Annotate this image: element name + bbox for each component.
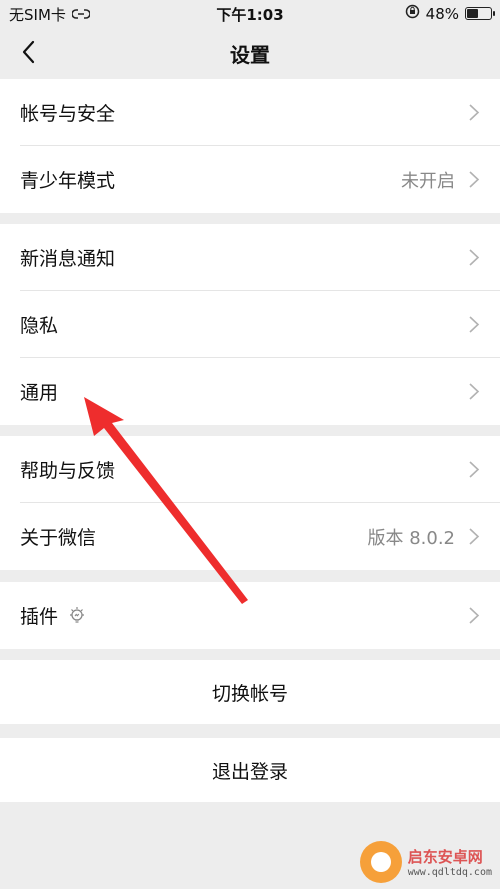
settings-group-plugins: 插件 xyxy=(0,582,500,649)
row-label: 新消息通知 xyxy=(20,248,116,270)
row-teen-mode[interactable]: 青少年模式 未开启 xyxy=(0,146,500,213)
row-account-security[interactable]: 帐号与安全 xyxy=(0,79,500,146)
chevron-right-icon xyxy=(469,249,480,266)
row-label: 插件 xyxy=(20,606,59,628)
chevron-right-icon xyxy=(469,461,480,478)
status-right: 48% xyxy=(405,4,495,23)
watermark: 启东安卓网 www.qdltdq.com xyxy=(359,841,492,883)
battery-icon xyxy=(465,7,495,20)
settings-group-help: 帮助与反馈 关于微信 版本 8.0.2 xyxy=(0,436,500,570)
row-label: 通用 xyxy=(20,382,59,404)
row-privacy[interactable]: 隐私 xyxy=(0,291,500,358)
rotation-lock-icon xyxy=(405,4,420,23)
chevron-right-icon xyxy=(469,316,480,333)
battery-percent: 48% xyxy=(425,4,459,23)
page-title: 设置 xyxy=(230,43,270,67)
nav-bar: 设置 xyxy=(0,26,500,78)
settings-group-general: 新消息通知 隐私 通用 xyxy=(0,224,500,425)
chevron-right-icon xyxy=(469,104,480,121)
watermark-text: 启东安卓网 www.qdltdq.com xyxy=(408,846,492,878)
chevron-right-icon xyxy=(469,383,480,400)
row-label: 青少年模式 xyxy=(20,170,116,192)
row-new-message-notification[interactable]: 新消息通知 xyxy=(0,224,500,291)
chevron-right-icon xyxy=(469,528,480,545)
watermark-name: 启东安卓网 xyxy=(407,848,483,866)
row-about-wechat[interactable]: 关于微信 版本 8.0.2 xyxy=(0,503,500,570)
row-value: 未开启 xyxy=(401,170,455,192)
chevron-right-icon xyxy=(469,171,480,188)
row-help-feedback[interactable]: 帮助与反馈 xyxy=(0,436,500,503)
row-label: 关于微信 xyxy=(20,527,97,549)
status-bar: 无SIM卡 下午1:03 48% xyxy=(0,0,500,26)
row-label-wrap: 插件 xyxy=(20,602,86,629)
bulb-icon xyxy=(70,606,85,623)
switch-account-button[interactable]: 切换帐号 xyxy=(0,660,500,724)
chevron-right-icon xyxy=(469,607,480,624)
row-value: 版本 8.0.2 xyxy=(367,527,455,549)
settings-group-account: 帐号与安全 青少年模式 未开启 xyxy=(0,79,500,213)
row-label: 帐号与安全 xyxy=(20,103,116,125)
watermark-url: www.qdltdq.com xyxy=(407,867,492,878)
watermark-logo xyxy=(359,841,402,883)
logout-button[interactable]: 退出登录 xyxy=(0,738,500,802)
row-label: 隐私 xyxy=(20,315,59,337)
row-general[interactable]: 通用 xyxy=(0,358,500,425)
battery-fill xyxy=(467,9,478,18)
row-plugins[interactable]: 插件 xyxy=(0,582,500,649)
row-label: 帮助与反馈 xyxy=(20,460,116,482)
